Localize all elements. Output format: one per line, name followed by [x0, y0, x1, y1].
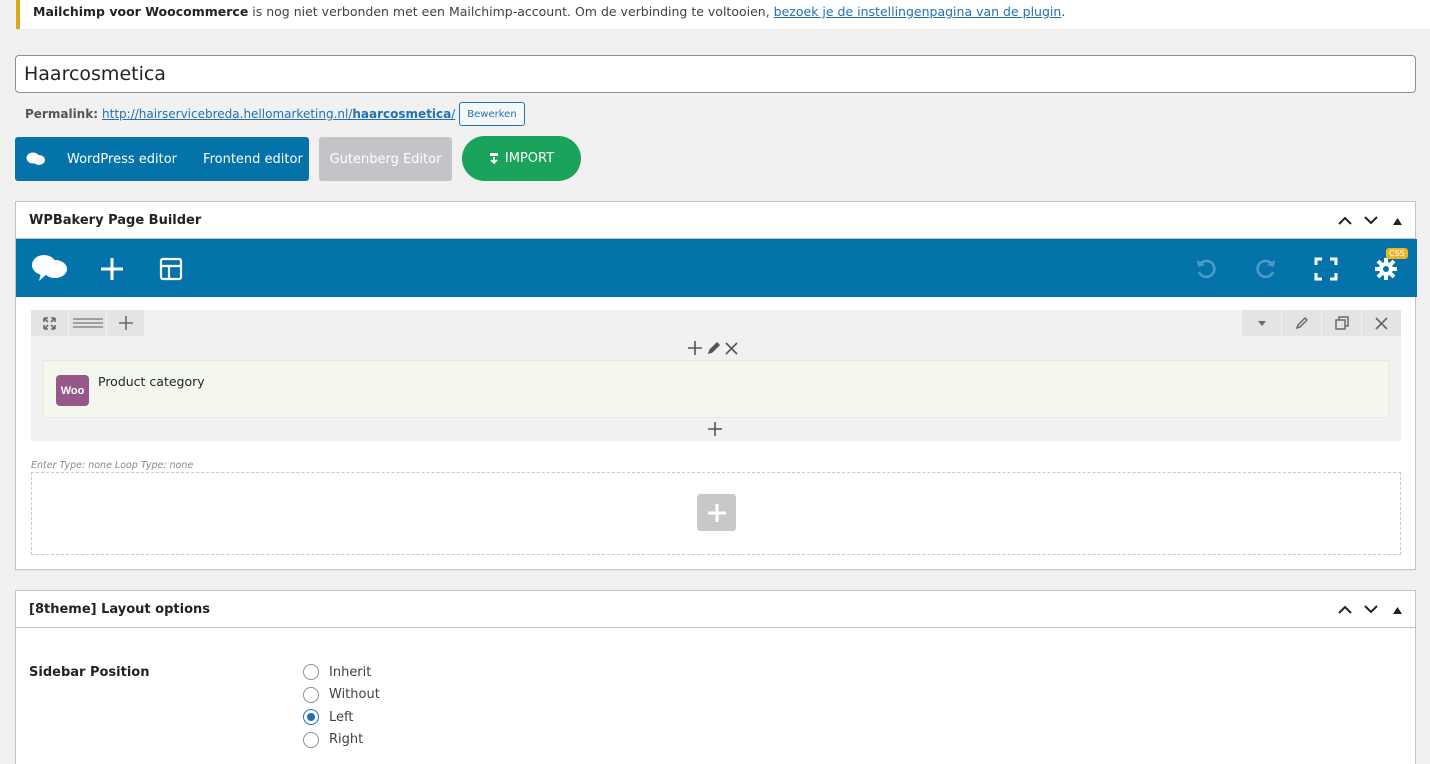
import-label: IMPORT	[504, 151, 555, 166]
gutenberg-editor-button[interactable]: Gutenberg Editor	[319, 137, 452, 181]
move-up-icon[interactable]	[1335, 603, 1355, 617]
vc-row: Woo Product category	[31, 310, 1401, 441]
radio-button[interactable]	[303, 664, 319, 681]
row-edit-pencil-icon[interactable]	[1281, 310, 1321, 336]
notice-message: is nog niet verbonden met een Mailchimp-…	[248, 4, 774, 19]
permalink-edit-button[interactable]: Bewerken	[459, 102, 525, 126]
radio-button[interactable]	[303, 731, 319, 748]
permalink-link[interactable]: http://hairservicebreda.hellomarketing.n…	[102, 107, 455, 121]
toggle-panel-icon[interactable]	[1387, 603, 1407, 617]
wordpress-editor-button[interactable]: WordPress editor	[67, 152, 177, 167]
frontend-editor-button[interactable]: Frontend editor	[203, 152, 303, 167]
notice-settings-link[interactable]: bezoek je de instellingenpagina van de p…	[774, 4, 1062, 19]
row-add-column-icon[interactable]	[107, 310, 145, 336]
redo-icon[interactable]	[1254, 257, 1278, 281]
move-down-icon[interactable]	[1361, 603, 1381, 617]
mailchimp-notice: Mailchimp voor Woocommerce is nog niet v…	[16, 0, 1430, 29]
wpbakery-header: WPBakery Page Builder	[16, 202, 1415, 239]
post-title-input[interactable]	[15, 55, 1416, 93]
import-icon	[489, 152, 498, 164]
import-button[interactable]: IMPORT	[462, 136, 581, 181]
wpbakery-title: WPBakery Page Builder	[29, 212, 202, 228]
permalink: Permalink: http://hairservicebreda.hello…	[25, 102, 525, 126]
editor-switch: WordPress editor Frontend editor	[15, 137, 309, 181]
templates-icon[interactable]	[159, 257, 183, 281]
radio-option[interactable]: Without	[303, 684, 380, 707]
notice-plugin-name: Mailchimp voor Woocommerce	[33, 4, 249, 19]
css-badge: CSS	[1386, 248, 1408, 259]
vc-logo-icon[interactable]	[31, 253, 69, 283]
toggle-panel-icon[interactable]	[1387, 214, 1407, 228]
move-down-icon[interactable]	[1361, 214, 1381, 228]
undo-icon[interactable]	[1194, 257, 1218, 281]
layout-options-title: [8theme] Layout options	[29, 601, 210, 617]
row-delete-icon[interactable]	[1361, 310, 1401, 336]
wpbakery-postbox: WPBakery Page Builder CSS Woo Product ca…	[15, 201, 1417, 570]
radio-option[interactable]: Left	[303, 706, 380, 729]
sidebar-position-label: Sidebar Position	[29, 665, 150, 680]
vc-navbar: CSS	[16, 239, 1417, 297]
element-name: Product category	[98, 374, 205, 389]
layout-options-header: [8theme] Layout options	[16, 591, 1415, 628]
plus-icon	[707, 503, 726, 522]
wpbakery-logo-icon	[26, 152, 45, 165]
enter-loop-type: Enter Type: none Loop Type: none	[31, 460, 194, 471]
row-move-icon[interactable]	[31, 310, 69, 336]
add-element-icon[interactable]	[100, 257, 124, 281]
permalink-label: Permalink:	[25, 107, 99, 121]
radio-button[interactable]	[303, 686, 319, 703]
column-delete-icon[interactable]	[725, 341, 738, 355]
element-add-icon[interactable]	[707, 421, 723, 437]
column-add-icon[interactable]	[687, 340, 703, 356]
product-category-element[interactable]: Woo Product category	[43, 360, 1389, 418]
woocommerce-icon: Woo	[56, 375, 89, 406]
row-toggle-icon[interactable]	[1241, 310, 1281, 336]
radio-button-checked[interactable]	[303, 709, 319, 726]
settings-gear-icon[interactable]	[1374, 257, 1398, 281]
fullscreen-icon[interactable]	[1314, 257, 1338, 281]
row-layout-icon[interactable]	[69, 310, 107, 336]
row-clone-icon[interactable]	[1321, 310, 1361, 336]
add-row-button[interactable]	[697, 494, 736, 531]
radio-option[interactable]: Inherit	[303, 661, 380, 684]
column-edit-pencil-icon[interactable]	[707, 341, 721, 355]
sidebar-position-radios: Inherit Without Left Right	[303, 661, 380, 751]
empty-row-dropzone[interactable]	[31, 472, 1401, 555]
radio-option[interactable]: Right	[303, 729, 380, 752]
column-controls	[687, 340, 738, 356]
layout-options-postbox: [8theme] Layout options Sidebar Position…	[15, 590, 1416, 764]
move-up-icon[interactable]	[1335, 214, 1355, 228]
